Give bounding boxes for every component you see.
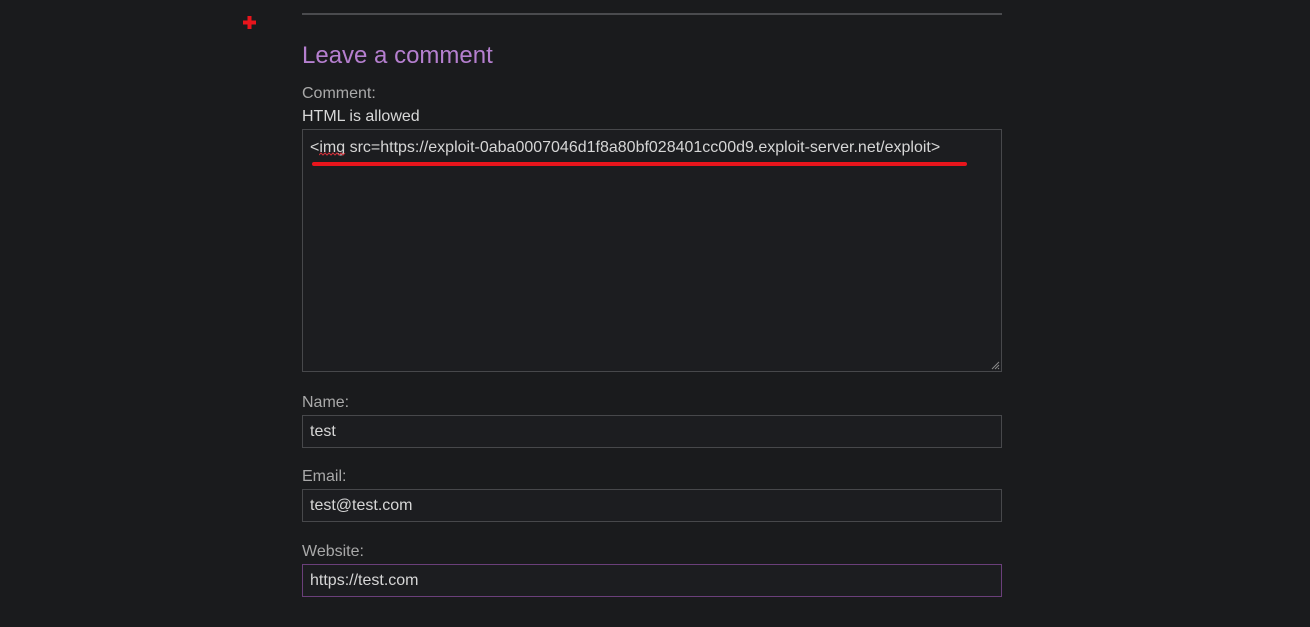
red-cross-icon [243, 16, 256, 29]
name-input[interactable]: test [302, 415, 1002, 448]
comment-form-heading: Leave a comment [302, 42, 493, 69]
red-highlight-underline [312, 162, 967, 166]
name-input-value: test [310, 423, 336, 440]
email-input[interactable]: test@test.com [302, 489, 1002, 522]
website-label: Website: [302, 543, 364, 560]
email-label: Email: [302, 468, 347, 485]
html-allowed-hint: HTML is allowed [302, 108, 420, 125]
spellcheck-underline [319, 152, 346, 156]
comment-textarea-value: <img src=https://exploit-0aba0007046d1f8… [310, 139, 941, 156]
website-input[interactable]: https://test.com [302, 564, 1002, 597]
section-divider [302, 13, 1002, 15]
name-label: Name: [302, 394, 350, 411]
comment-textarea[interactable]: <img src=https://exploit-0aba0007046d1f8… [302, 129, 1002, 372]
resize-grip-icon[interactable] [990, 360, 1000, 370]
website-input-value: https://test.com [310, 572, 419, 589]
email-input-value: test@test.com [310, 497, 413, 514]
page: Leave a comment Comment: HTML is allowed… [0, 0, 1310, 627]
comment-label: Comment: [302, 85, 376, 102]
